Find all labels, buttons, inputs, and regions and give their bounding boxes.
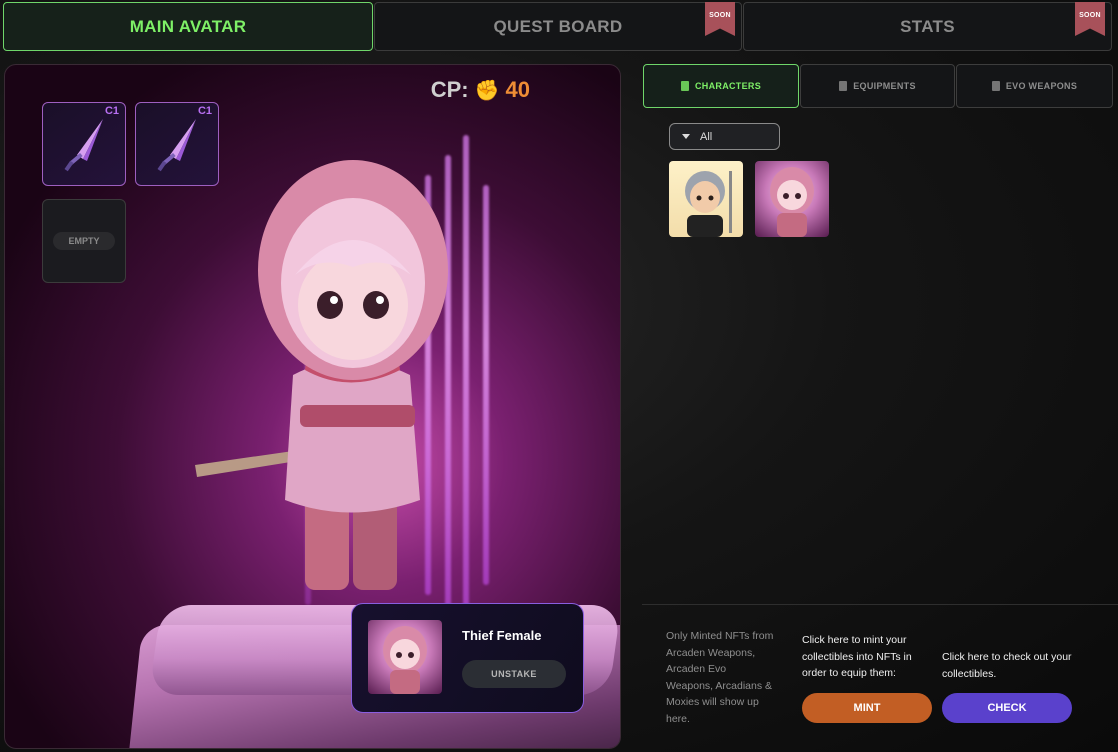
- box-icon: [991, 81, 1000, 91]
- divider: [642, 604, 1118, 605]
- light-beam: [483, 185, 489, 585]
- nft-card-silver-hair[interactable]: [669, 161, 743, 237]
- tab-main-avatar-label: MAIN AVATAR: [129, 16, 247, 36]
- mint-instructions: Click here to mint your collectibles int…: [802, 634, 912, 680]
- equip-slot-empty[interactable]: EMPTY: [42, 199, 126, 283]
- tab-characters-label: CHARACTERS: [695, 81, 761, 91]
- filter-value: All: [700, 130, 713, 143]
- check-button[interactable]: CHECK: [942, 693, 1072, 723]
- cp-label: CP:: [430, 77, 469, 102]
- tab-equipments[interactable]: EQUIPMENTS: [800, 64, 955, 108]
- tab-equipments-label: EQUIPMENTS: [853, 81, 916, 91]
- equip-slot[interactable]: C1: [135, 102, 219, 186]
- box-icon: [681, 81, 689, 91]
- tab-evo-weapons-label: EVO WEAPONS: [1005, 81, 1078, 91]
- tab-main-avatar[interactable]: MAIN AVATAR: [3, 2, 373, 51]
- tab-characters[interactable]: CHARACTERS: [643, 64, 799, 108]
- tab-stats-label: STATS: [900, 16, 955, 36]
- character-name: Thief Female: [462, 628, 542, 643]
- sword-icon: [64, 119, 103, 172]
- caret-down-icon: [682, 134, 690, 139]
- box-icon: [839, 81, 848, 91]
- cp-value: 40: [505, 77, 530, 102]
- nft-character-image: [685, 171, 732, 237]
- empty-label: EMPTY: [53, 232, 115, 250]
- character-thumbnail: [368, 620, 442, 694]
- minted-info-text: Only Minted NFTs from Arcaden Weapons, A…: [666, 630, 774, 725]
- combat-power: CP: ✊ 40: [431, 77, 530, 103]
- avatar-panel: CP: ✊ 40 C1 C1 EMPTY Thief Female UNSTAK…: [4, 64, 621, 749]
- fist-icon: ✊: [474, 79, 500, 102]
- avatar-character: [195, 160, 448, 590]
- tier-badge: C1: [104, 105, 119, 117]
- character-card: Thief Female UNSTAKE: [351, 603, 584, 713]
- unstake-button[interactable]: UNSTAKE: [462, 660, 566, 688]
- tab-quest-board[interactable]: QUEST BOARD SOON: [374, 2, 742, 51]
- tab-quest-board-label: QUEST BOARD: [493, 16, 623, 36]
- soon-badge: SOON: [705, 2, 735, 36]
- filter-dropdown[interactable]: All: [669, 123, 780, 150]
- tab-stats[interactable]: STATS SOON: [743, 2, 1112, 51]
- mint-button[interactable]: MINT: [802, 693, 932, 723]
- tab-evo-weapons[interactable]: EVO WEAPONS: [956, 64, 1113, 108]
- sword-icon: [157, 119, 196, 172]
- tier-badge: C1: [197, 105, 212, 117]
- equip-slot[interactable]: C1: [42, 102, 126, 186]
- nft-card-thief-female[interactable]: [755, 161, 829, 237]
- soon-badge: SOON: [1075, 2, 1105, 36]
- nft-character-image: [770, 167, 814, 237]
- check-instructions: Click here to check out your collectible…: [942, 651, 1072, 680]
